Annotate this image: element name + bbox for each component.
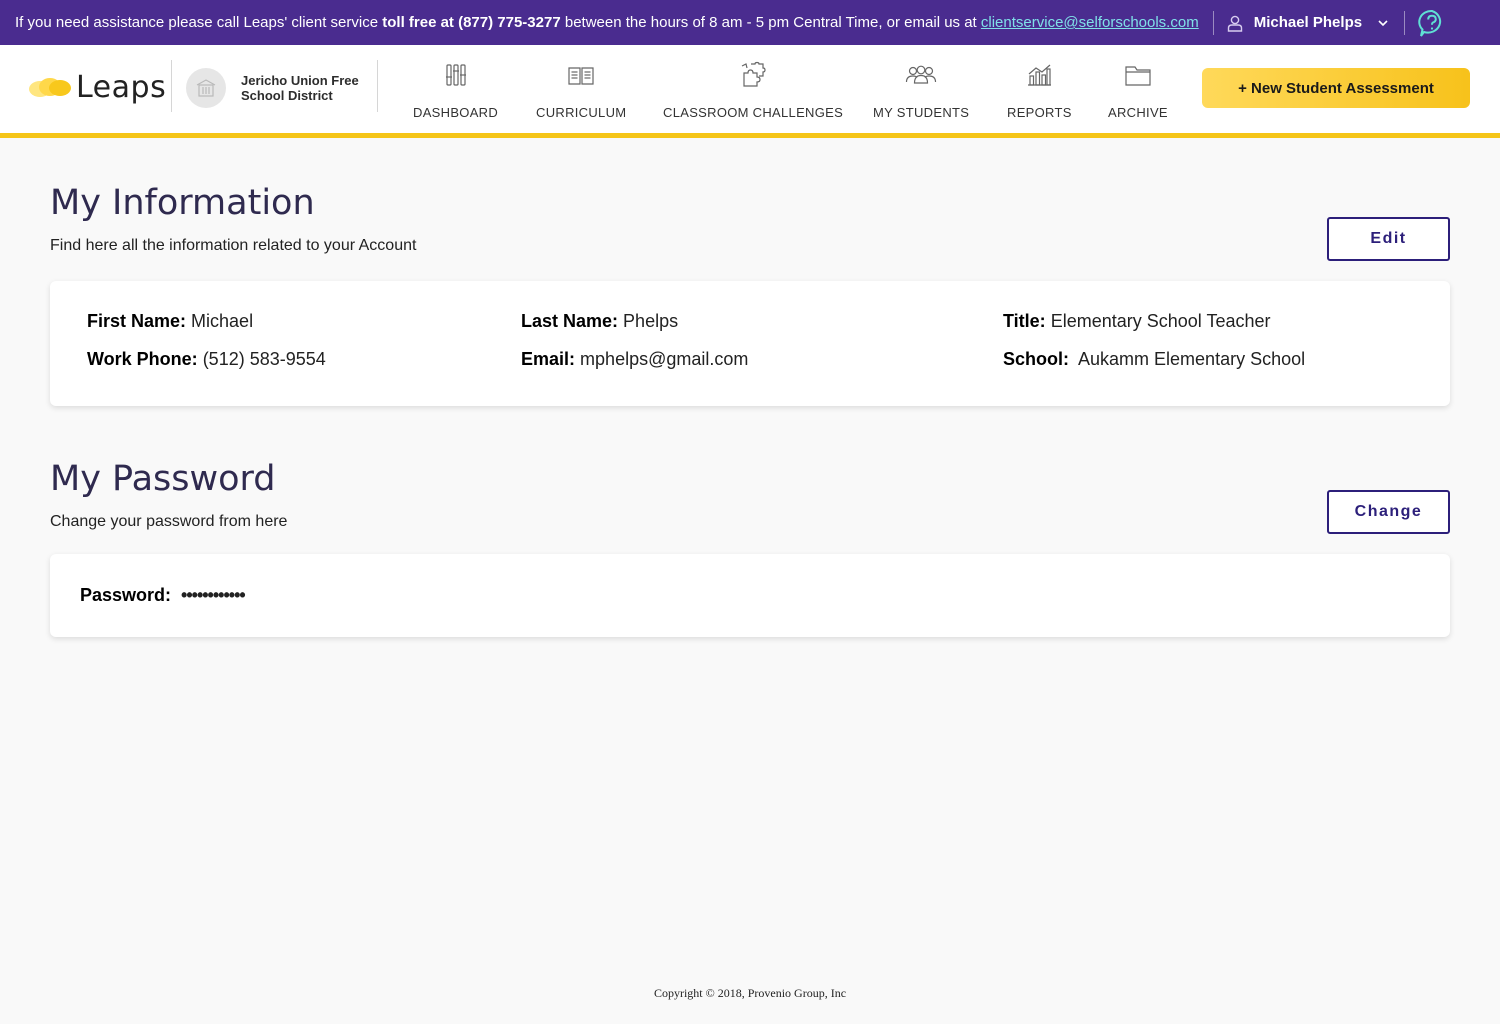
leaps-logo-mark-icon bbox=[29, 78, 71, 97]
chevron-down-icon bbox=[1378, 19, 1388, 26]
toll-free-number: toll free at (877) 775-3277 bbox=[382, 14, 561, 31]
work-phone-field: Work Phone: (512) 583-9554 bbox=[87, 349, 326, 370]
nav-my-students-label: MY STUDENTS bbox=[873, 105, 970, 120]
email-value: mphelps@gmail.com bbox=[580, 349, 749, 369]
user-name: Michael Phelps bbox=[1253, 14, 1363, 31]
edit-button[interactable]: Edit bbox=[1327, 217, 1450, 261]
change-password-button[interactable]: Change bbox=[1327, 490, 1450, 534]
title-field: Title: Elementary School Teacher bbox=[1003, 311, 1270, 332]
work-phone-label: Work Phone: bbox=[87, 349, 198, 369]
user-icon bbox=[1227, 15, 1242, 32]
password-card: Password: •••••••••••• bbox=[50, 554, 1450, 637]
password-value: •••••••••••• bbox=[181, 585, 246, 605]
nav-classroom-challenges[interactable]: CLASSROOM CHALLENGES bbox=[663, 61, 843, 121]
my-information-subtitle: Find here all the information related to… bbox=[50, 237, 417, 254]
nav-classroom-challenges-label: CLASSROOM CHALLENGES bbox=[663, 105, 844, 120]
district-info: Jericho Union Free School District bbox=[186, 68, 371, 108]
assistance-hours-text: between the hours of 8 am - 5 pm Central… bbox=[560, 14, 981, 31]
chart-icon bbox=[1028, 64, 1052, 86]
new-student-assessment-button[interactable]: + New Student Assessment bbox=[1202, 68, 1470, 108]
topbar-divider bbox=[1404, 10, 1406, 35]
my-password-title: My Password bbox=[50, 459, 276, 499]
title-label: Title: bbox=[1003, 311, 1046, 331]
leaps-logo[interactable]: Leaps bbox=[28, 67, 166, 107]
nav-curriculum-label: CURRICULUM bbox=[536, 105, 627, 120]
nav-archive[interactable]: ARCHIVE bbox=[1108, 61, 1168, 121]
last-name-value: Phelps bbox=[623, 311, 679, 331]
email-field: Email: mphelps@gmail.com bbox=[521, 349, 748, 370]
puzzle-icon bbox=[741, 61, 766, 87]
school-building-icon bbox=[196, 79, 216, 97]
user-menu[interactable]: Michael Phelps bbox=[1226, 14, 1390, 32]
main-header: Leaps Jericho Union Free School District bbox=[0, 45, 1500, 138]
sliders-icon bbox=[445, 64, 466, 86]
last-name-label: Last Name: bbox=[521, 311, 619, 331]
school-label: School: bbox=[1003, 349, 1069, 369]
nav-archive-label: ARCHIVE bbox=[1108, 105, 1168, 120]
nav-my-students[interactable]: MY STUDENTS bbox=[873, 61, 969, 121]
my-password-subtitle: Change your password from here bbox=[50, 513, 288, 530]
book-icon bbox=[568, 67, 594, 85]
client-service-email-link[interactable]: clientservice@selforschools.com bbox=[981, 14, 1199, 31]
topbar-divider bbox=[1212, 10, 1214, 35]
title-value: Elementary School Teacher bbox=[1050, 311, 1271, 331]
first-name-field: First Name: Michael bbox=[87, 311, 253, 332]
district-seal bbox=[186, 68, 226, 108]
nav-curriculum[interactable]: CURRICULUM bbox=[536, 61, 626, 121]
password-label: Password: bbox=[80, 585, 172, 605]
folder-icon bbox=[1125, 66, 1151, 86]
header-divider bbox=[377, 60, 378, 112]
school-field: School: Aukamm Elementary School bbox=[1003, 349, 1305, 370]
first-name-value: Michael bbox=[191, 311, 254, 331]
logo-wordmark: Leaps bbox=[76, 69, 167, 105]
nav-dashboard[interactable]: DASHBOARD bbox=[413, 61, 498, 121]
information-card: First Name: Michael Last Name: Phelps Ti… bbox=[50, 281, 1450, 406]
assistance-message: If you need assistance please call Leaps… bbox=[0, 14, 1199, 31]
nav-reports-label: REPORTS bbox=[1007, 105, 1072, 120]
school-value: Aukamm Elementary School bbox=[1078, 349, 1306, 369]
assistance-text: If you need assistance please call Leaps… bbox=[15, 14, 383, 31]
password-field: Password: •••••••••••• bbox=[80, 585, 246, 606]
nav-dashboard-label: DASHBOARD bbox=[413, 105, 499, 120]
email-label: Email: bbox=[521, 349, 576, 369]
district-name: Jericho Union Free School District bbox=[241, 73, 359, 103]
first-name-label: First Name: bbox=[87, 311, 187, 331]
copyright-text: Copyright © 2018, Provenio Group, Inc bbox=[653, 986, 847, 1000]
assistance-bar: If you need assistance please call Leaps… bbox=[0, 0, 1500, 45]
work-phone-value: (512) 583-9554 bbox=[202, 349, 326, 369]
last-name-field: Last Name: Phelps bbox=[521, 311, 678, 332]
header-divider bbox=[171, 60, 172, 112]
my-information-title: My Information bbox=[50, 183, 315, 223]
students-icon bbox=[906, 65, 937, 84]
nav-reports[interactable]: REPORTS bbox=[1007, 61, 1072, 121]
help-icon[interactable] bbox=[1417, 8, 1447, 38]
